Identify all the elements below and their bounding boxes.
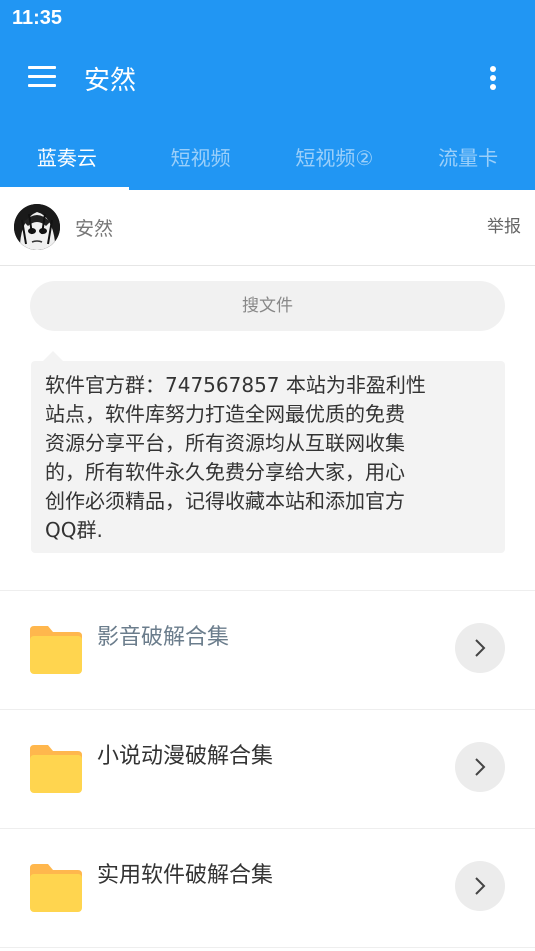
notice-line: 软件官方群：747567857 本站为非盈利性: [45, 373, 426, 397]
notice-line: 创作必须精品，记得收藏本站和添加官方: [45, 489, 405, 513]
notice-line: QQ群.: [45, 518, 103, 542]
folder-name: 小说动漫破解合集: [97, 744, 274, 769]
tab-short-video-2[interactable]: 短视频②: [268, 128, 402, 190]
tab-short-video[interactable]: 短视频: [134, 128, 268, 190]
notice-line: 资源分享平台，所有资源均从互联网收集: [45, 431, 405, 455]
notice-line: 的，所有软件永久免费分享给大家，用心: [45, 460, 405, 484]
report-link[interactable]: 举报: [487, 212, 521, 237]
folder-name: 影音破解合集: [97, 625, 230, 650]
folder-name: 实用软件破解合集: [97, 863, 274, 888]
folder-item-novel-anime[interactable]: 小说动漫破解合集: [0, 710, 535, 829]
notice-line: 站点，软件库努力打造全网最优质的免费: [45, 402, 405, 426]
author-row: 安然 举报: [0, 190, 535, 266]
tab-lanzouyun[interactable]: 蓝奏云: [0, 128, 134, 190]
author-name: 安然: [75, 218, 114, 240]
chevron-right-icon[interactable]: [455, 861, 505, 911]
status-bar-time: 11:35: [12, 7, 63, 29]
notice-bubble: 软件官方群：747567857 本站为非盈利性 站点，软件库努力打造全网最优质的…: [31, 351, 505, 553]
folder-icon: [30, 624, 82, 674]
hamburger-menu-icon[interactable]: [28, 66, 56, 88]
search-input[interactable]: 搜文件: [30, 281, 505, 331]
tab-bar: 蓝奏云 短视频 短视频② 流量卡: [0, 128, 535, 190]
avatar[interactable]: [14, 204, 60, 250]
folder-item-av[interactable]: 影音破解合集: [0, 591, 535, 710]
page-title: 安然: [84, 66, 137, 96]
app-header: 11:35 安然 蓝奏云 短视频 短视频② 流量卡: [0, 0, 535, 190]
more-vertical-icon[interactable]: [484, 64, 502, 92]
folder-icon: [30, 862, 82, 912]
chevron-right-icon[interactable]: [455, 742, 505, 792]
chevron-right-icon[interactable]: [455, 623, 505, 673]
tab-data-card[interactable]: 流量卡: [401, 128, 535, 190]
folder-icon: [30, 743, 82, 793]
folder-item-utility-software[interactable]: 实用软件破解合集: [0, 829, 535, 948]
